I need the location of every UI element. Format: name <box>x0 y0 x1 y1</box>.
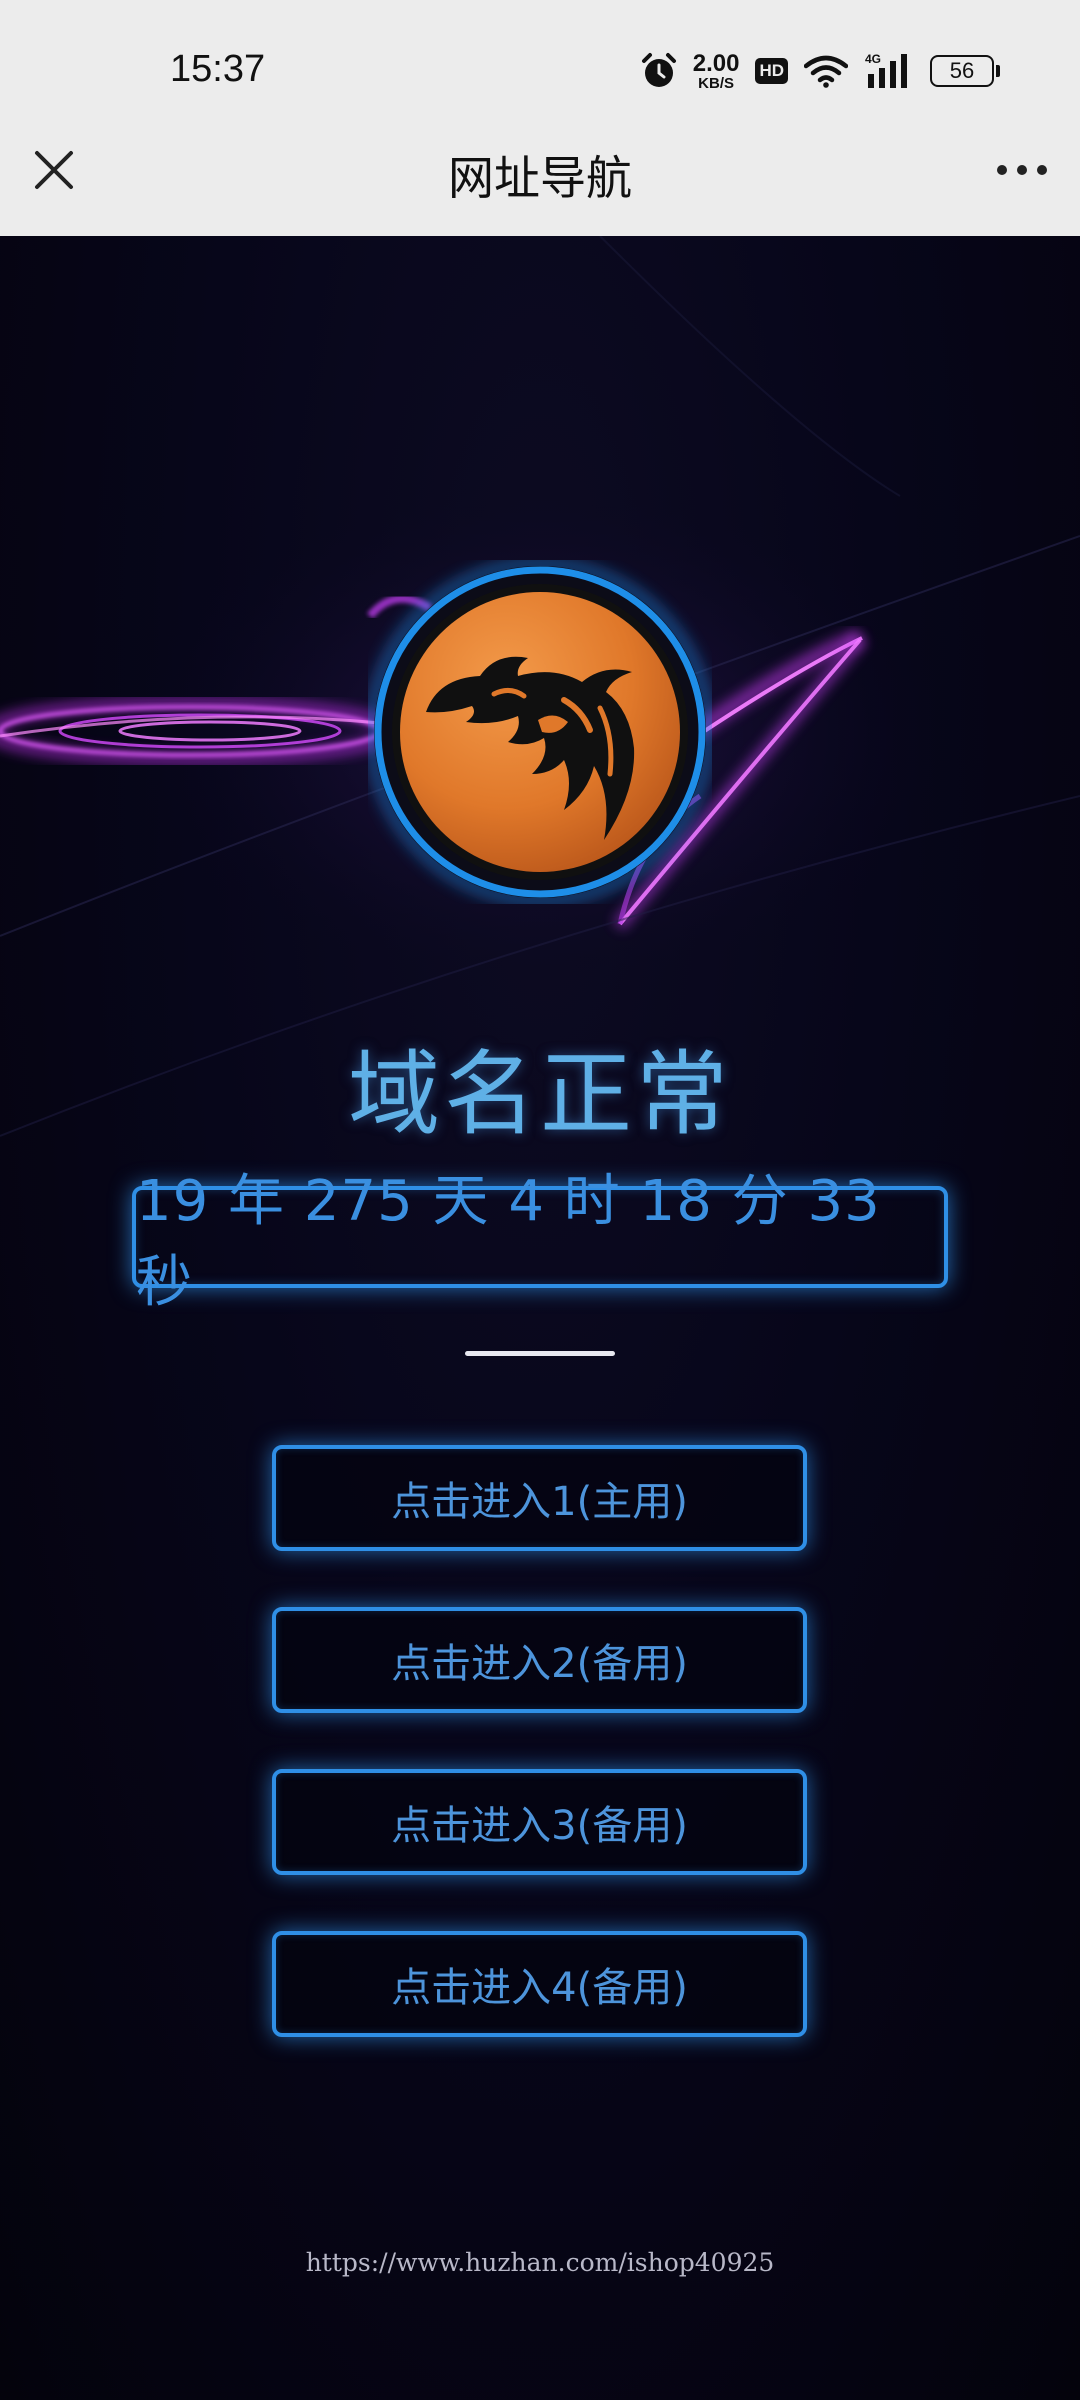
entry-button-label: 点击进入2(备用) <box>391 1641 688 1687</box>
net-speed-value: 2.00 <box>692 49 740 77</box>
status-icons: 2.00 KB/S HD 4G 56 <box>641 48 1000 94</box>
footer-url: https://www.huzhan.com/ishop40925 <box>305 2248 775 2277</box>
battery-level: 56 <box>949 58 975 83</box>
alarm-icon <box>641 53 676 87</box>
entry-button-label: 点击进入3(备用) <box>391 1803 688 1849</box>
more-icon[interactable] <box>994 154 1050 186</box>
uptime-counter: 19 年 275 天 4 时 18 分 33 秒 <box>132 1169 948 1315</box>
page: 15:37 2.00 KB/S HD 4G 56 网址导航 域名正常 19 年 … <box>0 0 1080 2400</box>
entry-button-4[interactable]: 点击进入4(备用) <box>272 1931 807 2037</box>
dragon-logo-icon <box>368 560 712 904</box>
net-speed: 2.00 KB/S <box>692 49 740 92</box>
entry-button-3[interactable]: 点击进入3(备用) <box>272 1769 807 1875</box>
page-title: 网址导航 <box>448 151 632 205</box>
domain-status-headline: 域名正常 <box>347 1041 732 1148</box>
entry-button-1[interactable]: 点击进入1(主用) <box>272 1445 807 1551</box>
hd-badge: HD <box>755 58 788 84</box>
status-time: 15:37 <box>170 48 266 90</box>
entry-button-2[interactable]: 点击进入2(备用) <box>272 1607 807 1713</box>
battery-icon: 56 <box>930 55 1000 87</box>
network-type-label: 4G <box>865 52 881 66</box>
entry-button-label: 点击进入4(备用) <box>391 1965 688 2011</box>
cellular-signal-icon: 4G <box>865 52 907 88</box>
divider <box>465 1351 615 1356</box>
uptime-counter-text: 19 年 275 天 4 时 18 分 33 秒 <box>136 1169 881 1315</box>
net-speed-unit: KB/S <box>698 74 734 92</box>
wifi-icon <box>804 55 848 88</box>
entry-button-label: 点击进入1(主用) <box>391 1479 688 1525</box>
